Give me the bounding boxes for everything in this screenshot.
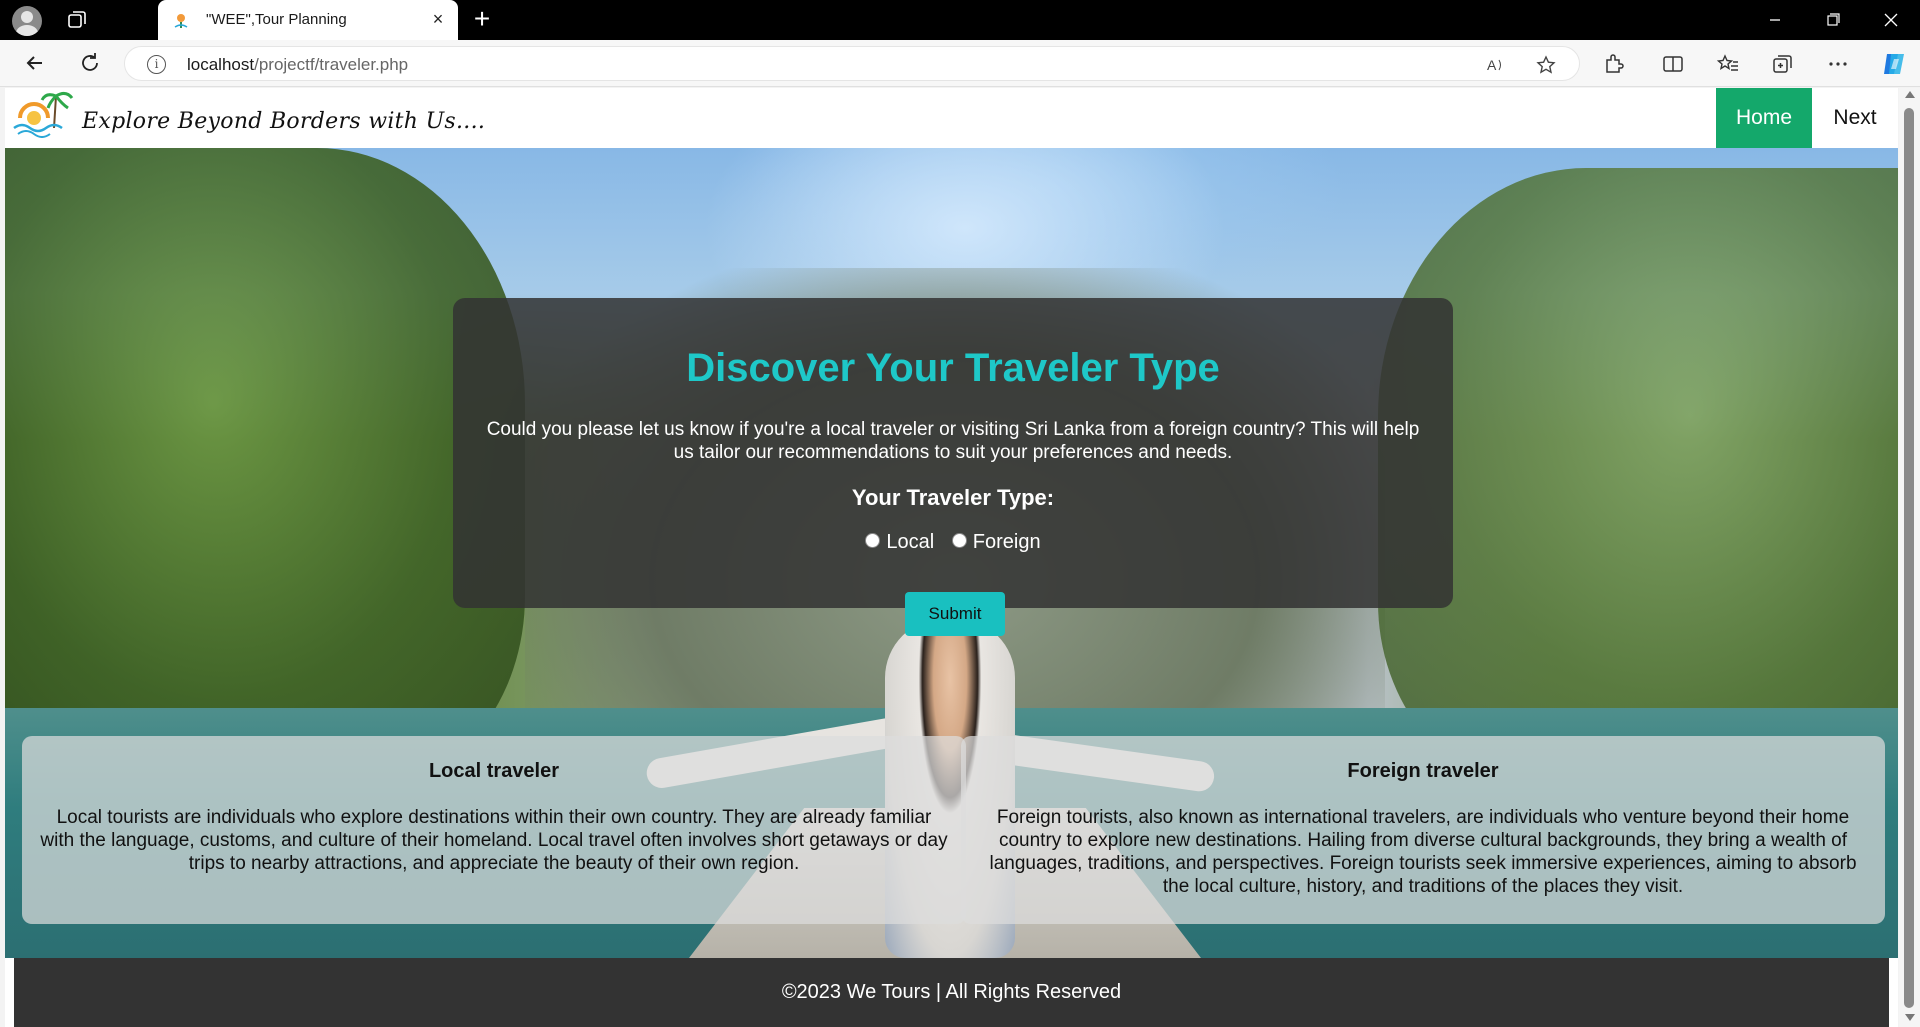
- favorites-icon[interactable]: [1716, 52, 1740, 76]
- info-icon[interactable]: i: [147, 55, 166, 74]
- svg-text:A: A: [1487, 57, 1497, 73]
- address-bar: i localhost/projectf/traveler.php A: [0, 40, 1920, 87]
- read-aloud-icon[interactable]: A: [1485, 54, 1507, 76]
- local-traveler-title: Local traveler: [428, 760, 560, 782]
- back-icon[interactable]: [22, 50, 48, 76]
- browser-tab-bar: "WEE",Tour Planning × +: [0, 0, 1920, 40]
- profile-icon[interactable]: [12, 6, 42, 36]
- tab-close-icon[interactable]: ×: [428, 9, 448, 29]
- nav-home-link[interactable]: Home: [1716, 88, 1812, 148]
- refresh-icon[interactable]: [77, 50, 103, 76]
- active-tab[interactable]: "WEE",Tour Planning ×: [158, 0, 458, 40]
- radio-foreign-label[interactable]: Foreign: [973, 531, 1041, 553]
- tab-favicon-icon: [174, 14, 188, 28]
- page-scrollbar[interactable]: [1899, 88, 1920, 1027]
- new-tab-button[interactable]: +: [468, 5, 496, 34]
- site-tagline: Explore Beyond Borders with Us....: [82, 109, 486, 134]
- url-text: localhost/projectf/traveler.php: [187, 55, 408, 75]
- form-description: Could you please let us know if you're a…: [486, 419, 1420, 463]
- radio-foreign[interactable]: [951, 533, 967, 549]
- local-traveler-description: Local tourists are individuals who explo…: [40, 807, 948, 874]
- scroll-up-arrow-icon[interactable]: [1905, 91, 1915, 98]
- foreign-traveler-description: Foreign tourists, also known as internat…: [989, 807, 1857, 897]
- site-header: Explore Beyond Borders with Us.... Home …: [5, 88, 1898, 148]
- scroll-down-arrow-icon[interactable]: [1905, 1014, 1915, 1021]
- more-icon[interactable]: [1826, 52, 1850, 76]
- page-viewport: Explore Beyond Borders with Us.... Home …: [5, 88, 1898, 1027]
- favorite-star-icon[interactable]: [1535, 54, 1557, 76]
- workspaces-icon[interactable]: [66, 9, 88, 31]
- url-host: localhost: [187, 55, 255, 74]
- restore-icon[interactable]: [1818, 6, 1848, 34]
- nav-next-link[interactable]: Next: [1812, 88, 1898, 148]
- site-footer: ©2023 We Tours | All Rights Reserved: [14, 958, 1889, 1027]
- traveler-type-options: Local Foreign: [453, 531, 1453, 554]
- local-traveler-panel: Local traveler Local tourists are indivi…: [22, 736, 966, 924]
- form-title: Discover Your Traveler Type: [686, 346, 1220, 390]
- scroll-thumb[interactable]: [1904, 108, 1914, 1008]
- submit-button[interactable]: Submit: [905, 592, 1005, 636]
- minimize-icon[interactable]: [1760, 6, 1790, 34]
- foreign-traveler-title: Foreign traveler: [1347, 760, 1499, 782]
- radio-local-label[interactable]: Local: [886, 531, 934, 553]
- split-screen-icon[interactable]: [1661, 52, 1685, 76]
- extensions-icon[interactable]: [1602, 52, 1626, 76]
- url-path: /projectf/traveler.php: [254, 55, 409, 74]
- traveler-type-form: Discover Your Traveler Type Could you pl…: [453, 298, 1453, 636]
- close-icon[interactable]: [1876, 6, 1906, 34]
- radio-local[interactable]: [865, 533, 881, 549]
- foreign-traveler-panel: Foreign traveler Foreign tourists, also …: [961, 736, 1885, 924]
- logo-icon: [13, 91, 74, 138]
- traveler-type-label: Your Traveler Type:: [851, 485, 1055, 510]
- collections-icon[interactable]: [1771, 52, 1795, 76]
- copilot-icon[interactable]: [1880, 50, 1908, 78]
- url-input[interactable]: i localhost/projectf/traveler.php A: [124, 46, 1580, 81]
- tab-title: "WEE",Tour Planning: [206, 11, 347, 28]
